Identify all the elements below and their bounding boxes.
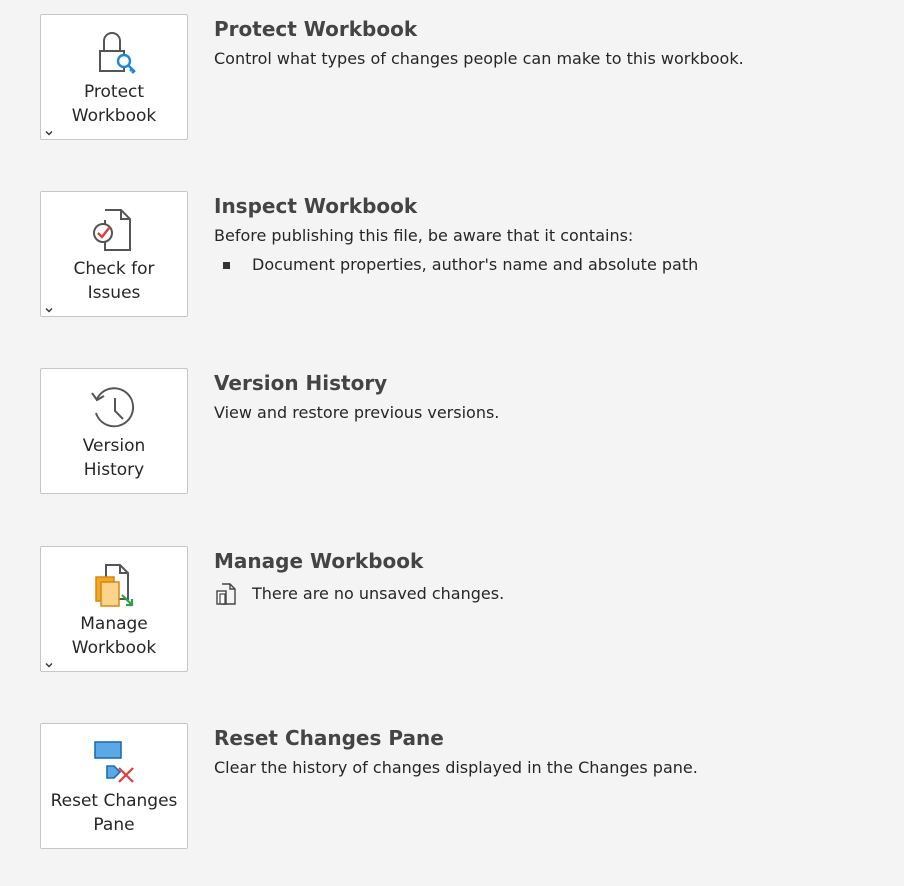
tile-label-line1: Reset Changes (50, 791, 178, 811)
lock-key-icon (88, 29, 140, 81)
chevron-down-icon (44, 305, 54, 315)
bullet-icon (223, 261, 230, 269)
manage-workbook-button[interactable]: Manage Workbook (40, 546, 188, 672)
status-text: There are no unsaved changes. (252, 584, 505, 603)
section-title: Reset Changes Pane (214, 726, 444, 750)
tile-label-line1: Version (82, 436, 146, 456)
section-description: View and restore previous versions. (214, 403, 500, 422)
tile-label-line1: Protect (83, 82, 145, 102)
section-description: Clear the history of changes displayed i… (214, 758, 698, 777)
section-description: Control what types of changes people can… (214, 49, 744, 68)
section-title: Protect Workbook (214, 17, 418, 41)
section-title: Manage Workbook (214, 549, 424, 573)
section-title: Inspect Workbook (214, 194, 418, 218)
history-clock-icon (88, 383, 140, 435)
protect-workbook-button[interactable]: Protect Workbook (40, 14, 188, 140)
inspect-workbook-section: Check for Issues Inspect Workbook Before… (0, 191, 904, 321)
tile-label-line2: Pane (93, 815, 135, 835)
tile-label-line2: Issues (87, 283, 141, 303)
documents-status-icon (214, 582, 238, 606)
protect-workbook-section: Protect Workbook Protect Workbook Contro… (0, 14, 904, 144)
tile-label-line1: Check for (73, 259, 155, 279)
tile-label-line1: Manage (80, 614, 148, 634)
reset-changes-pane-section: Reset Changes Pane Reset Changes Pane Cl… (0, 723, 904, 853)
section-title: Version History (214, 371, 388, 395)
bullet-text: Document properties, author's name and a… (252, 255, 699, 274)
chevron-down-icon (44, 128, 54, 138)
section-description: Before publishing this file, be aware th… (214, 226, 634, 245)
bullet-item: Document properties, author's name and a… (214, 255, 884, 275)
tile-label-line2: Workbook (71, 638, 157, 658)
version-history-section: Version History Version History View and… (0, 368, 904, 498)
status-row: There are no unsaved changes. (214, 582, 884, 606)
document-check-icon (88, 206, 140, 258)
tile-label-line2: History (83, 460, 145, 480)
check-for-issues-button[interactable]: Check for Issues (40, 191, 188, 317)
reset-changes-pane-button[interactable]: Reset Changes Pane (40, 723, 188, 849)
manage-workbook-section: Manage Workbook Manage Workbook There ar… (0, 546, 904, 676)
version-history-button[interactable]: Version History (40, 368, 188, 494)
manage-documents-icon (88, 561, 140, 613)
tile-label-line2: Workbook (71, 106, 157, 126)
chevron-down-icon (44, 660, 54, 670)
reset-pane-icon (88, 738, 140, 790)
